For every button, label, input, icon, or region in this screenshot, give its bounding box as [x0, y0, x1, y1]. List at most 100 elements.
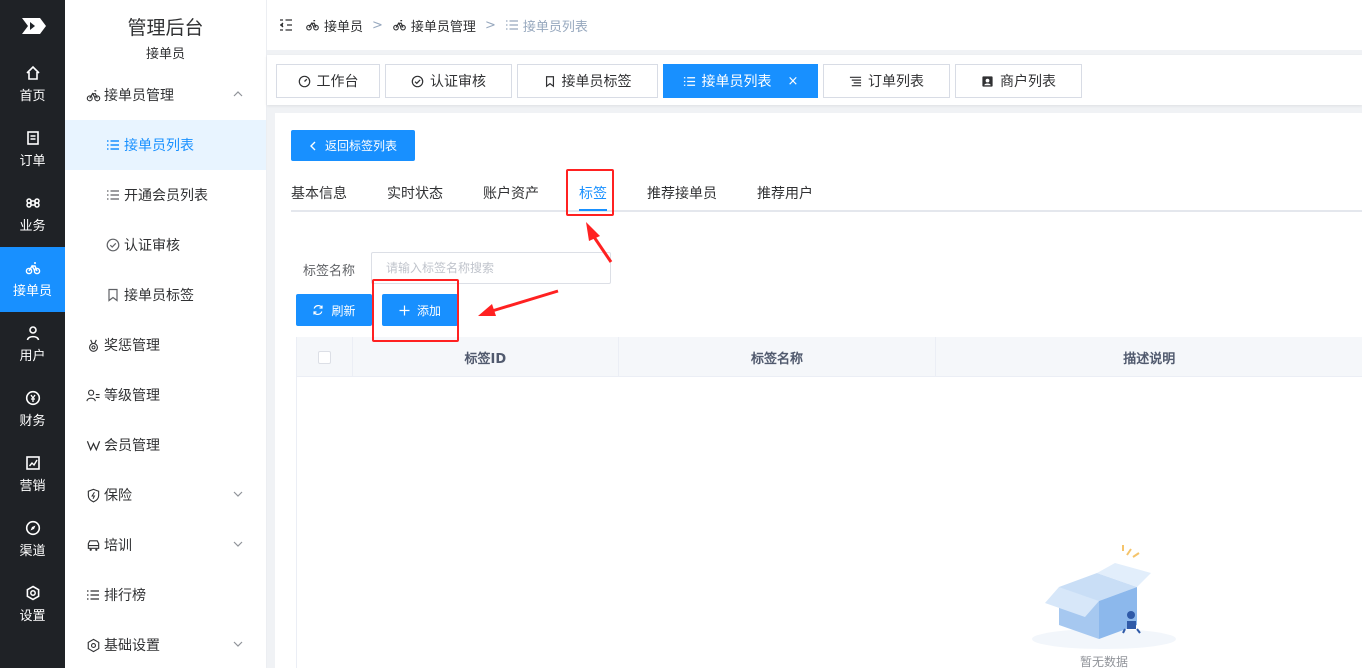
app-logo	[0, 0, 65, 52]
menu-label: 会员管理	[104, 438, 160, 454]
tag-name-search-input[interactable]	[371, 252, 611, 284]
rail-item-user[interactable]: 用户	[0, 312, 65, 377]
empty-state: 暂无数据	[1019, 543, 1189, 668]
menu-label: 培训	[104, 538, 132, 554]
menu-label: 保险	[104, 488, 132, 504]
menu-courier-management[interactable]: 接单员管理	[65, 70, 266, 120]
menu-reward-punish[interactable]: 奖惩管理	[65, 320, 266, 370]
column-header: 标签名称	[619, 337, 937, 377]
bicycle-icon	[85, 87, 101, 103]
rail-item-marketing[interactable]: 营销	[0, 442, 65, 507]
tab-tags[interactable]: 标签	[579, 183, 607, 203]
tab-active-indicator	[579, 209, 607, 211]
tag-label: 工作台	[316, 74, 359, 90]
refresh-icon	[313, 304, 324, 316]
menu-verify-review[interactable]: 认证审核	[65, 220, 266, 270]
menu-ranking[interactable]: 排行榜	[65, 570, 266, 620]
breadcrumb-item[interactable]: 接单员	[324, 16, 363, 35]
tab-recommended-couriers[interactable]: 推荐接单员	[647, 183, 717, 203]
rail-item-home[interactable]: 首页	[0, 52, 65, 117]
settings-icon	[26, 585, 39, 601]
users-icon	[85, 387, 101, 403]
refresh-button-label: 刷新	[331, 303, 356, 318]
rail-item-settings[interactable]: 设置	[0, 572, 65, 637]
refresh-button[interactable]: 刷新	[296, 294, 372, 326]
plus-icon	[399, 305, 410, 315]
back-to-tag-list-button[interactable]: 返回标签列表	[291, 130, 415, 161]
contact-card-icon	[982, 75, 993, 87]
rail-label: 渠道	[19, 544, 46, 559]
bus-icon	[85, 537, 101, 553]
rail-item-channel[interactable]: 渠道	[0, 507, 65, 572]
menu-member-management[interactable]: 会员管理	[65, 420, 266, 470]
user-icon	[26, 326, 39, 341]
add-button-label: 添加	[416, 303, 441, 318]
medal-icon	[85, 337, 101, 353]
rail-item-order[interactable]: 订单	[0, 117, 65, 182]
tag-order-list[interactable]: 订单列表	[823, 64, 950, 98]
logo-icon	[21, 18, 46, 34]
menu-label: 认证审核	[124, 238, 180, 254]
breadcrumb-item[interactable]: 接单员管理	[411, 16, 476, 35]
rail-label: 用户	[19, 349, 46, 364]
tag-merchant-list[interactable]: 商户列表	[955, 64, 1082, 98]
tag-label: 订单列表	[868, 74, 924, 90]
tab-realtime-status[interactable]: 实时状态	[387, 183, 443, 203]
menu-fold-icon[interactable]	[279, 18, 293, 32]
menu-member-list[interactable]: 开通会员列表	[65, 170, 266, 220]
tag-label: 接单员标签	[561, 74, 632, 90]
align-icon	[849, 76, 862, 86]
rail-label: 营销	[19, 479, 46, 494]
detail-tabs: 基本信息 实时状态 账户资产 标签 推荐接单员 推荐用户	[291, 168, 1362, 212]
tab-account-assets[interactable]: 账户资产	[483, 183, 539, 203]
finance-icon	[25, 390, 40, 406]
sidebar-subtitle: 接单员	[145, 47, 185, 62]
menu-label: 接单员管理	[104, 88, 174, 104]
tab-basic-info[interactable]: 基本信息	[291, 183, 347, 203]
back-button-label: 返回标签列表	[324, 139, 397, 153]
menu-label: 开通会员列表	[124, 188, 208, 204]
tag-label: 认证审核	[430, 74, 486, 90]
order-icon	[26, 131, 39, 145]
close-icon[interactable]: ×	[788, 74, 799, 89]
table-header: 标签ID 标签名称 描述说明	[297, 337, 1362, 377]
tag-courier-tags[interactable]: 接单员标签	[517, 64, 658, 98]
tab-recommended-users[interactable]: 推荐用户	[757, 183, 813, 203]
menu-insurance[interactable]: 保险	[65, 470, 266, 520]
bookmark-icon	[545, 75, 554, 87]
rail-item-courier[interactable]: 接单员	[0, 247, 65, 312]
menu-courier-tags[interactable]: 接单员标签	[65, 270, 266, 320]
tag-label: 接单员列表	[701, 74, 772, 90]
select-all-checkbox[interactable]	[317, 350, 331, 364]
chart-icon	[25, 456, 40, 470]
vip-icon	[85, 437, 101, 453]
menu-training[interactable]: 培训	[65, 520, 266, 570]
list-icon	[683, 76, 695, 86]
bicycle-icon	[393, 20, 406, 31]
select-all-cell	[297, 337, 353, 377]
list-icon	[505, 20, 518, 30]
check-circle-icon	[105, 237, 121, 253]
rail-item-business[interactable]: 业务	[0, 182, 65, 247]
bicycle-icon	[25, 262, 40, 275]
rail-label: 设置	[19, 609, 46, 624]
breadcrumb-current: 接单员列表	[522, 19, 588, 35]
tag-verify-review[interactable]: 认证审核	[385, 64, 512, 98]
tag-name-label: 标签名称	[303, 264, 356, 279]
home-icon	[25, 65, 40, 80]
add-button[interactable]: 添加	[382, 294, 458, 326]
menu-label: 接单员标签	[124, 288, 194, 304]
menu-label: 基础设置	[104, 638, 160, 654]
rail-item-finance[interactable]: 财务	[0, 377, 65, 442]
check-circle-icon	[411, 75, 424, 87]
tag-dashboard[interactable]: 工作台	[276, 64, 380, 98]
rail-label: 接单员	[12, 284, 52, 299]
menu-base-settings[interactable]: 基础设置	[65, 620, 266, 668]
bicycle-icon	[306, 20, 319, 31]
menu-courier-list[interactable]: 接单员列表	[65, 120, 266, 170]
tag-courier-list[interactable]: 接单员列表 ×	[663, 64, 818, 98]
menu-level-management[interactable]: 等级管理	[65, 370, 266, 420]
empty-box-illustration	[1032, 545, 1176, 649]
chevron-down-icon	[233, 641, 243, 647]
command-icon	[25, 198, 40, 208]
